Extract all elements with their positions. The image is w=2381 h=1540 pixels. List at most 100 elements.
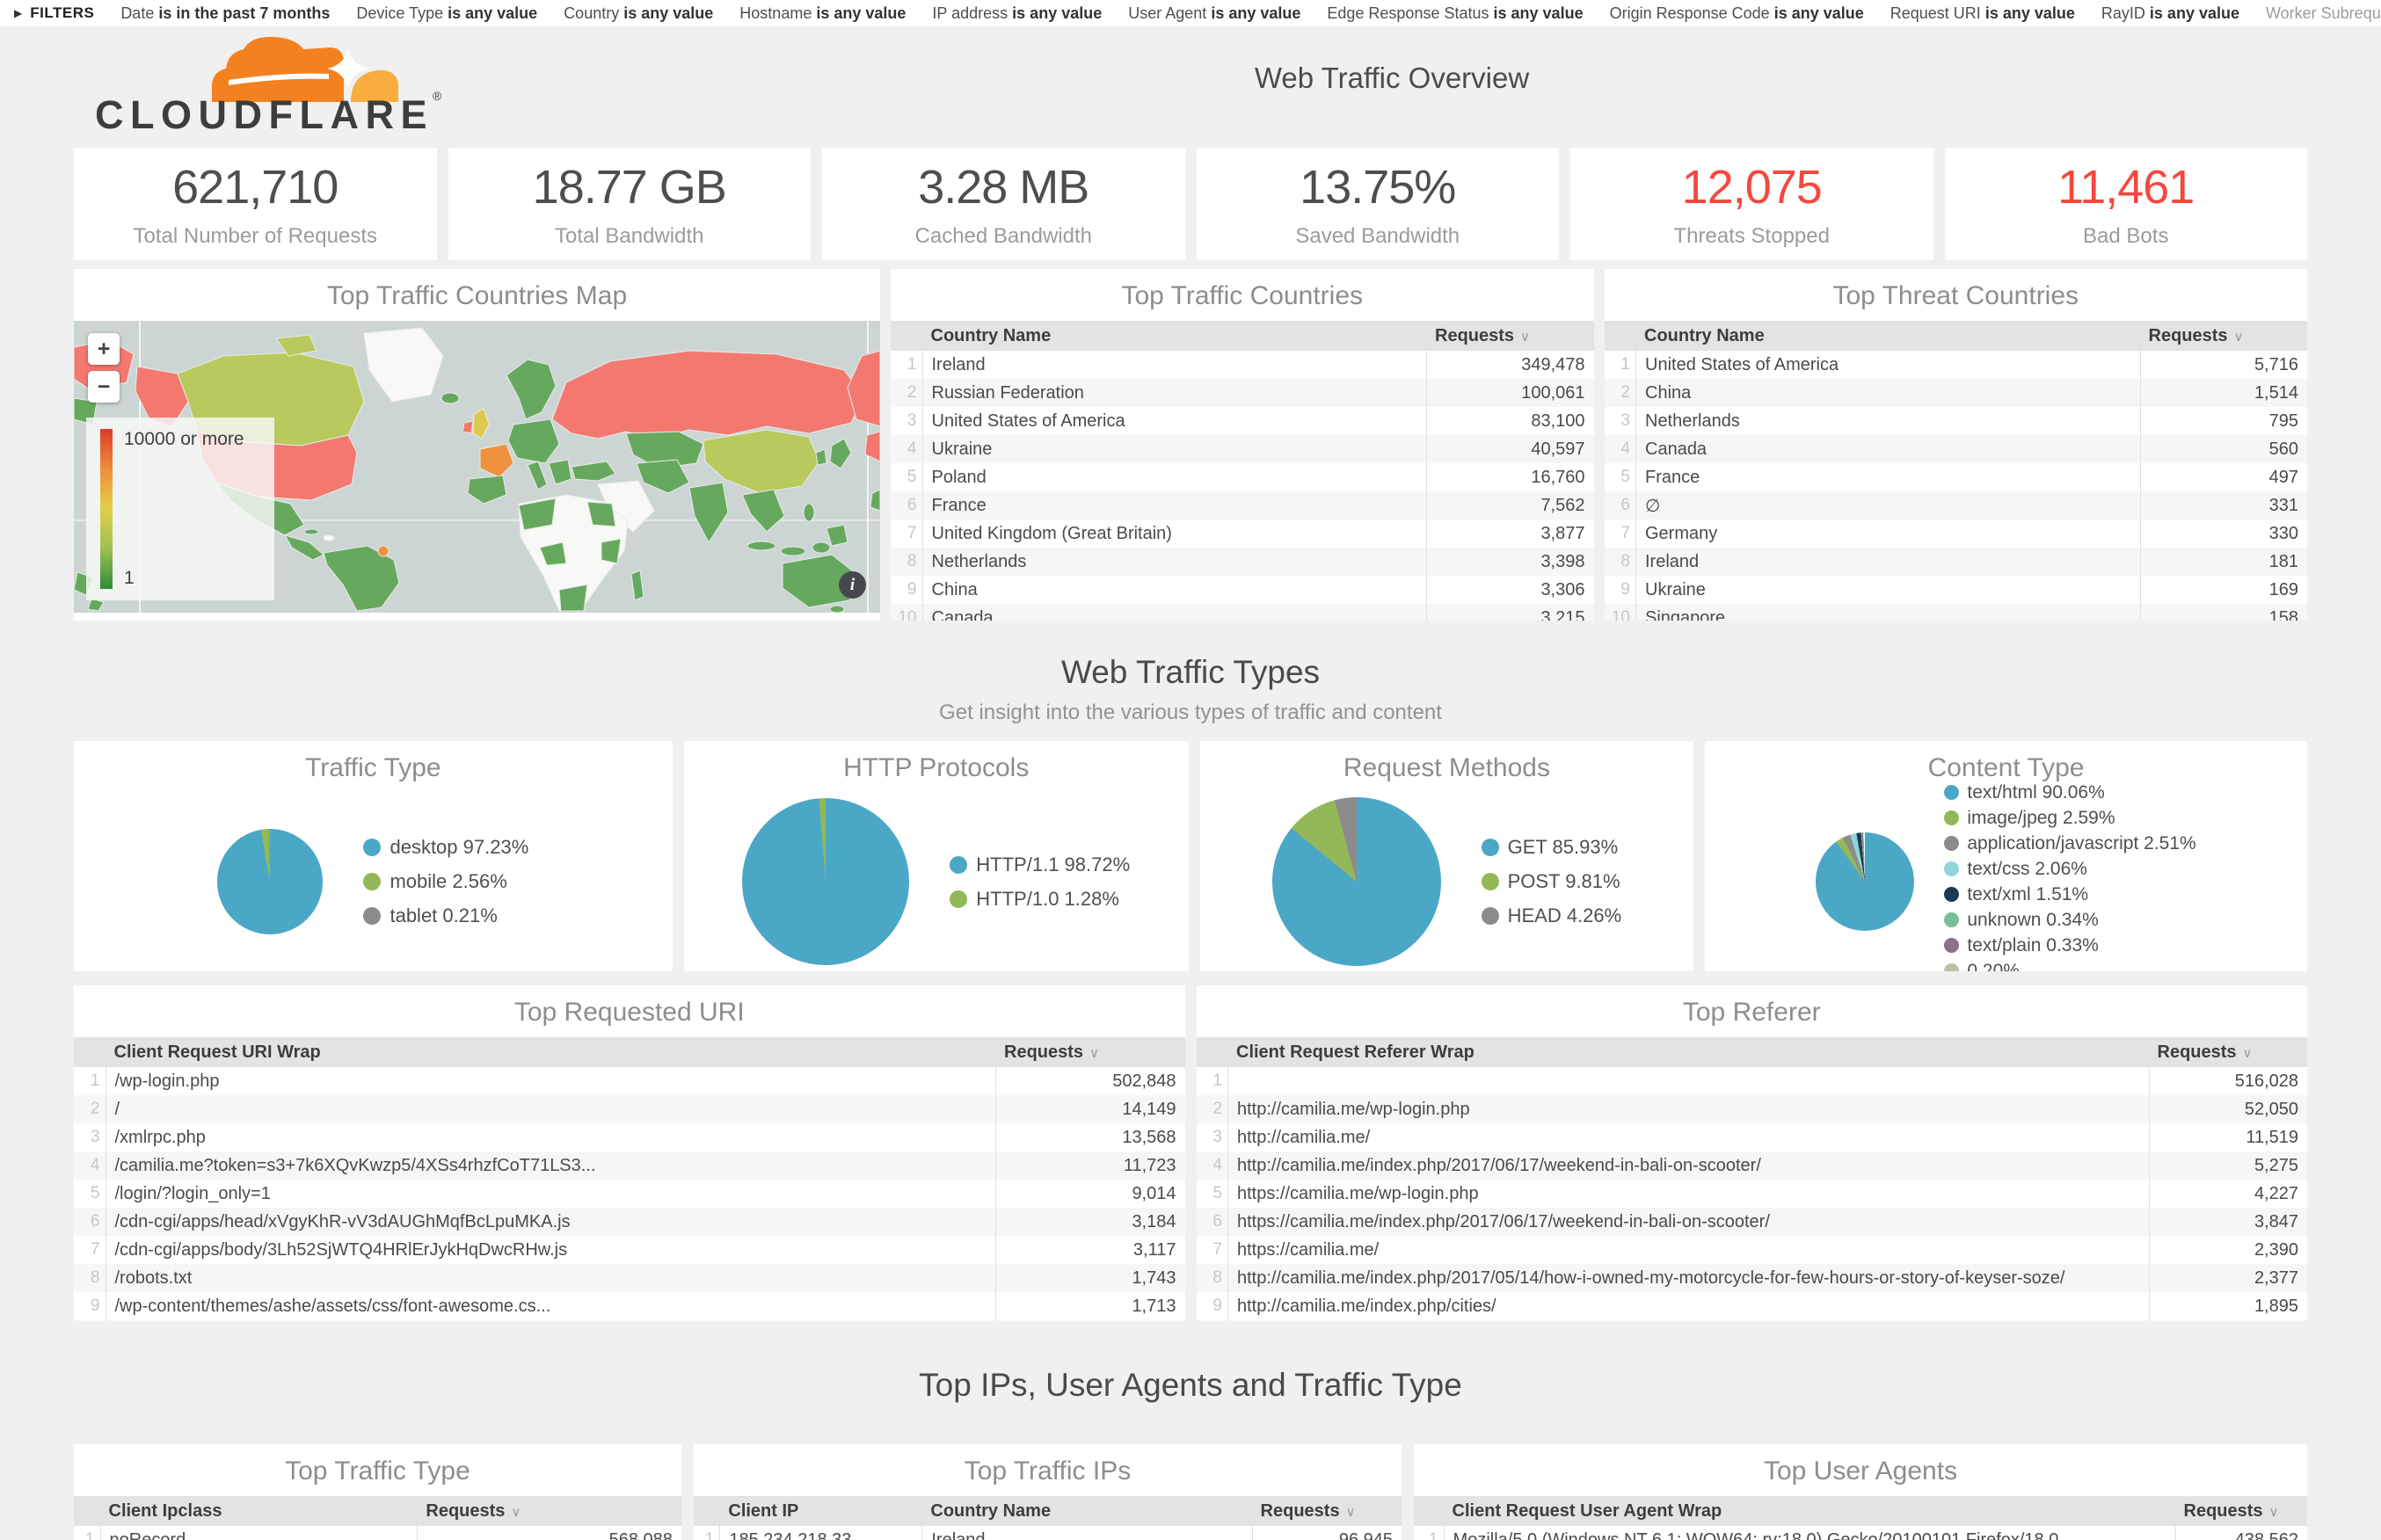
column-header-client-request-uri-wrap[interactable]: Client Request URI Wrap xyxy=(106,1037,996,1067)
table-row: 2Russian Federation100,061 xyxy=(891,379,1594,407)
filter-country[interactable]: Country is any value xyxy=(564,4,713,23)
legend-item[interactable]: mobile 2.56% xyxy=(363,870,528,893)
filter-device-type[interactable]: Device Type is any value xyxy=(356,4,537,23)
kpi-threats-stopped: 12,075 Threats Stopped xyxy=(1570,148,1933,260)
column-header-requests[interactable]: Requests∨ xyxy=(2140,321,2307,351)
legend-item[interactable]: HTTP/1.1 98.72% xyxy=(950,854,1130,876)
table-cell: 5,275 xyxy=(2149,1151,2307,1180)
table-cell: Germany xyxy=(1636,519,2141,548)
table-cell: https://camilia.me/ xyxy=(1228,1236,2150,1264)
table-cell: 497 xyxy=(2140,463,2307,491)
legend-item[interactable]: text/plain 0.33% xyxy=(1944,935,2195,956)
column-header-requests[interactable]: Requests∨ xyxy=(1252,1496,1402,1526)
chart-title: HTTP Protocols xyxy=(684,741,1189,793)
kpi-label: Total Number of Requests xyxy=(134,224,377,249)
legend-item[interactable]: text/xml 1.51% xyxy=(1944,884,2195,905)
filter-hostname[interactable]: Hostname is any value xyxy=(739,4,906,23)
table-cell: 14,149 xyxy=(996,1095,1185,1123)
chart-title: Request Methods xyxy=(1200,741,1693,793)
legend-item[interactable]: desktop 97.23% xyxy=(363,836,528,859)
filter-origin-response-code[interactable]: Origin Response Code is any value xyxy=(1610,4,1864,23)
row-number: 3 xyxy=(891,407,922,435)
row-number: 9 xyxy=(891,576,922,604)
column-header-client-request-user-agent-wrap[interactable]: Client Request User Agent Wrap xyxy=(1444,1496,2175,1526)
column-header-requests[interactable]: Requests∨ xyxy=(2175,1496,2307,1526)
table-cell: 11,723 xyxy=(996,1151,1185,1180)
filter-rayid[interactable]: RayID is any value xyxy=(2101,4,2239,23)
panel-title: Top Traffic Type xyxy=(74,1444,681,1496)
filter-ip-address[interactable]: IP address is any value xyxy=(932,4,1102,23)
legend-item[interactable]: POST 9.81% xyxy=(1482,870,1622,893)
table-cell: 158 xyxy=(2140,604,2307,621)
legend-item[interactable]: text/html 90.06% xyxy=(1944,782,2195,803)
traffic-type-pie-chart[interactable] xyxy=(217,829,323,934)
table-cell: 560 xyxy=(2140,435,2307,463)
column-header-country-name[interactable]: Country Name xyxy=(922,1496,1252,1526)
request-methods-pie-chart[interactable] xyxy=(1272,797,1441,966)
table-row: 9China3,306 xyxy=(891,576,1594,604)
row-number: 1 xyxy=(891,351,922,379)
filters-toggle[interactable]: ▶ FILTERS xyxy=(14,4,94,22)
map-info-icon[interactable]: i xyxy=(839,571,866,599)
table-cell: https://camilia.me/index.php/2017/06/17/… xyxy=(1228,1208,2150,1236)
column-header-client-request-referer-wrap[interactable]: Client Request Referer Wrap xyxy=(1228,1037,2150,1067)
filter-worker-subrequest[interactable]: Worker Subrequest ... xyxy=(2266,4,2381,23)
table-cell: http://camilia.me/index.php/about/ xyxy=(1228,1320,2150,1321)
legend-label: application/javascript 2.51% xyxy=(1967,833,2195,854)
row-number: 2 xyxy=(1197,1095,1228,1123)
legend-label: tablet 0.21% xyxy=(390,904,497,927)
legend-item[interactable]: GET 85.93% xyxy=(1482,836,1622,859)
row-number: 3 xyxy=(1605,407,1636,435)
table-row: 5https://camilia.me/wp-login.php4,227 xyxy=(1197,1180,2308,1208)
column-header-requests[interactable]: Requests∨ xyxy=(1427,321,1594,351)
kpi-value: 18.77 GB xyxy=(533,160,726,214)
world-map[interactable]: + − 10000 or more 1 i xyxy=(74,321,880,613)
legend-swatch-icon xyxy=(1482,907,1499,925)
legend-label: mobile 2.56% xyxy=(390,870,506,893)
legend-label: 0.20% xyxy=(1967,961,2020,972)
top-referer-table: Client Request Referer WrapRequests∨1516… xyxy=(1197,1037,2308,1321)
filter-edge-response-status[interactable]: Edge Response Status is any value xyxy=(1327,4,1583,23)
table-cell: Netherlands xyxy=(1636,407,2141,435)
row-number: 10 xyxy=(1197,1320,1228,1321)
column-header-country-name[interactable]: Country Name xyxy=(1636,321,2141,351)
legend-item[interactable]: HTTP/1.0 1.28% xyxy=(950,888,1130,911)
column-header-requests[interactable]: Requests∨ xyxy=(418,1496,681,1526)
map-zoom-in-button[interactable]: + xyxy=(88,333,120,365)
http-protocols-chart-card: HTTP Protocols HTTP/1.1 98.72% HTTP/1.0 1… xyxy=(684,741,1189,971)
row-number-header xyxy=(1605,321,1636,351)
filters-label: FILTERS xyxy=(30,4,94,22)
legend-item[interactable]: tablet 0.21% xyxy=(363,904,528,927)
table-cell: 96,945 xyxy=(1252,1526,1402,1540)
traffic-type-chart-card: Traffic Type desktop 97.23%mobile 2.56%t… xyxy=(74,741,673,971)
http-protocols-pie-chart[interactable] xyxy=(742,798,909,965)
column-header-client-ipclass[interactable]: Client Ipclass xyxy=(100,1496,418,1526)
expand-arrow-icon: ▶ xyxy=(14,7,22,19)
column-header-requests[interactable]: Requests∨ xyxy=(2149,1037,2307,1067)
sort-caret-icon: ∨ xyxy=(2243,1046,2253,1061)
table-cell: http://camilia.me/index.php/2017/06/17/w… xyxy=(1228,1151,2150,1180)
legend-item[interactable]: HEAD 4.26% xyxy=(1482,904,1622,927)
row-number: 1 xyxy=(74,1067,106,1095)
filter-date[interactable]: Date is in the past 7 months xyxy=(120,4,330,23)
legend-item[interactable]: application/javascript 2.51% xyxy=(1944,833,2195,854)
top-traffic-type-panel: Top Traffic Type Client IpclassRequests∨… xyxy=(74,1444,681,1540)
table-cell xyxy=(1228,1067,2150,1095)
map-zoom-out-button[interactable]: − xyxy=(88,371,120,403)
column-header-client-ip[interactable]: Client IP xyxy=(720,1496,922,1526)
legend-item[interactable]: text/css 2.06% xyxy=(1944,859,2195,880)
content-type-pie-chart[interactable] xyxy=(1816,832,1914,931)
table-cell: 185.234.218.33 xyxy=(720,1526,922,1540)
column-header-requests[interactable]: Requests∨ xyxy=(996,1037,1185,1067)
filter-request-uri[interactable]: Request URI is any value xyxy=(1890,4,2075,23)
legend-item[interactable]: 0.20% xyxy=(1944,961,2195,972)
cloudflare-logo: CLOUDFLARE ® xyxy=(95,33,447,142)
table-row: 2China1,514 xyxy=(1605,379,2308,407)
column-header-country-name[interactable]: Country Name xyxy=(922,321,1427,351)
filter-user-agent[interactable]: User Agent is any value xyxy=(1128,4,1300,23)
table-cell: 331 xyxy=(2140,491,2307,519)
legend-item[interactable]: image/jpeg 2.59% xyxy=(1944,808,2195,829)
row-number: 6 xyxy=(74,1208,106,1236)
legend-item[interactable]: unknown 0.34% xyxy=(1944,910,2195,931)
top-user-agents-table: Client Request User Agent WrapRequests∨1… xyxy=(1414,1496,2307,1540)
